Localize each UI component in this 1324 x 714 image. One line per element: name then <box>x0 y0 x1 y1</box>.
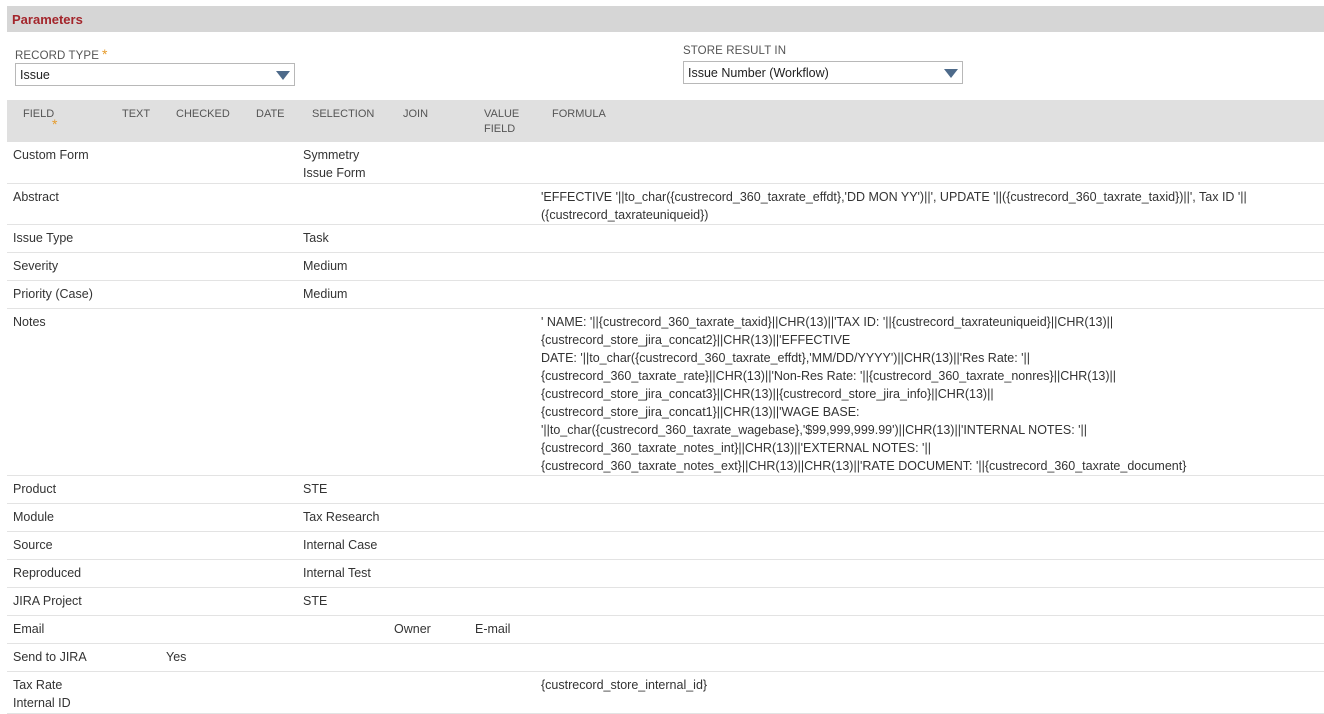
cell-selection: Symmetry Issue Form <box>303 148 366 180</box>
column-value-field[interactable]: VALUE FIELD <box>484 107 519 137</box>
cell-selection: STE <box>303 594 328 608</box>
record-type-label-text: RECORD TYPE <box>15 50 99 62</box>
required-star-icon: * <box>101 46 108 62</box>
cell-field: Custom Form <box>13 148 89 162</box>
cell-field: Reproduced <box>13 566 82 580</box>
cell-checked: Yes <box>166 650 187 664</box>
column-date[interactable]: DATE <box>256 107 285 122</box>
table-row[interactable]: Source Internal Case <box>7 532 1324 560</box>
cell-field: Email <box>13 622 45 636</box>
table-row[interactable]: Send to JIRA Yes <box>7 644 1324 672</box>
cell-selection: Internal Test <box>303 566 371 580</box>
cell-field: Tax Rate Internal ID <box>13 678 71 710</box>
table-row[interactable]: Module Tax Research <box>7 504 1324 532</box>
cell-selection: Internal Case <box>303 538 378 552</box>
chevron-down-icon <box>276 71 290 80</box>
record-type-label: RECORD TYPE * <box>15 46 108 62</box>
column-value-field-line1: VALUE <box>484 108 520 120</box>
cell-field: Source <box>13 538 53 552</box>
chevron-down-icon <box>944 69 958 78</box>
store-result-label: STORE RESULT IN <box>683 45 787 57</box>
table-row[interactable]: Custom Form Symmetry Issue Form <box>7 142 1324 184</box>
cell-formula: ' NAME: '||{custrecord_360_taxrate_taxid… <box>541 315 1187 473</box>
cell-field: Severity <box>13 259 59 273</box>
column-formula[interactable]: FORMULA <box>552 107 606 122</box>
table-row[interactable]: Product STE <box>7 476 1324 504</box>
cell-field: Notes <box>13 315 46 329</box>
column-field[interactable]: FIELD <box>23 107 54 122</box>
cell-value-field: E-mail <box>475 622 511 636</box>
column-join[interactable]: JOIN <box>403 107 428 122</box>
table-row[interactable]: JIRA Project STE <box>7 588 1324 616</box>
table-row[interactable]: Email Owner E-mail <box>7 616 1324 644</box>
record-type-select[interactable]: Issue <box>15 63 295 86</box>
column-checked[interactable]: CHECKED <box>176 107 230 122</box>
table-row[interactable]: Abstract 'EFFECTIVE '||to_char({custrecor… <box>7 184 1324 225</box>
parameters-table-header: FIELD * TEXT CHECKED DATE SELECTION JOIN… <box>7 100 1324 142</box>
cell-selection: Medium <box>303 287 348 301</box>
column-text[interactable]: TEXT <box>122 107 150 122</box>
cell-field: Send to JIRA <box>13 650 87 664</box>
table-row[interactable]: Notes ' NAME: '||{custrecord_360_taxrate_… <box>7 309 1324 476</box>
required-star-icon: * <box>52 116 58 132</box>
store-result-select[interactable]: Issue Number (Workflow) <box>683 61 963 84</box>
cell-field: Module <box>13 510 54 524</box>
store-result-value: Issue Number (Workflow) <box>688 66 829 80</box>
cell-field: Abstract <box>13 190 59 204</box>
cell-selection: Medium <box>303 259 348 273</box>
cell-field: Priority (Case) <box>13 287 93 301</box>
table-row[interactable]: Issue Type Task <box>7 225 1324 253</box>
cell-join: Owner <box>394 622 431 636</box>
table-row[interactable]: Severity Medium <box>7 253 1324 281</box>
cell-selection: STE <box>303 482 328 496</box>
section-title: Parameters <box>12 12 83 27</box>
column-selection[interactable]: SELECTION <box>312 107 374 122</box>
table-row[interactable]: Tax Rate Internal ID {custrecord_store_int… <box>7 672 1324 714</box>
table-row[interactable]: Reproduced Internal Test <box>7 560 1324 588</box>
cell-field: Product <box>13 482 57 496</box>
record-type-value: Issue <box>20 68 50 82</box>
cell-formula: {custrecord_store_internal_id} <box>541 678 708 692</box>
cell-selection: Task <box>303 231 329 245</box>
cell-selection: Tax Research <box>303 510 380 524</box>
cell-field: Issue Type <box>13 231 74 245</box>
parameters-section-header[interactable]: Parameters <box>7 6 1324 32</box>
cell-field: JIRA Project <box>13 594 82 608</box>
cell-formula: 'EFFECTIVE '||to_char({custrecord_360_ta… <box>541 190 1247 222</box>
table-row[interactable]: Priority (Case) Medium <box>7 281 1324 309</box>
column-value-field-line2: FIELD <box>484 123 516 135</box>
